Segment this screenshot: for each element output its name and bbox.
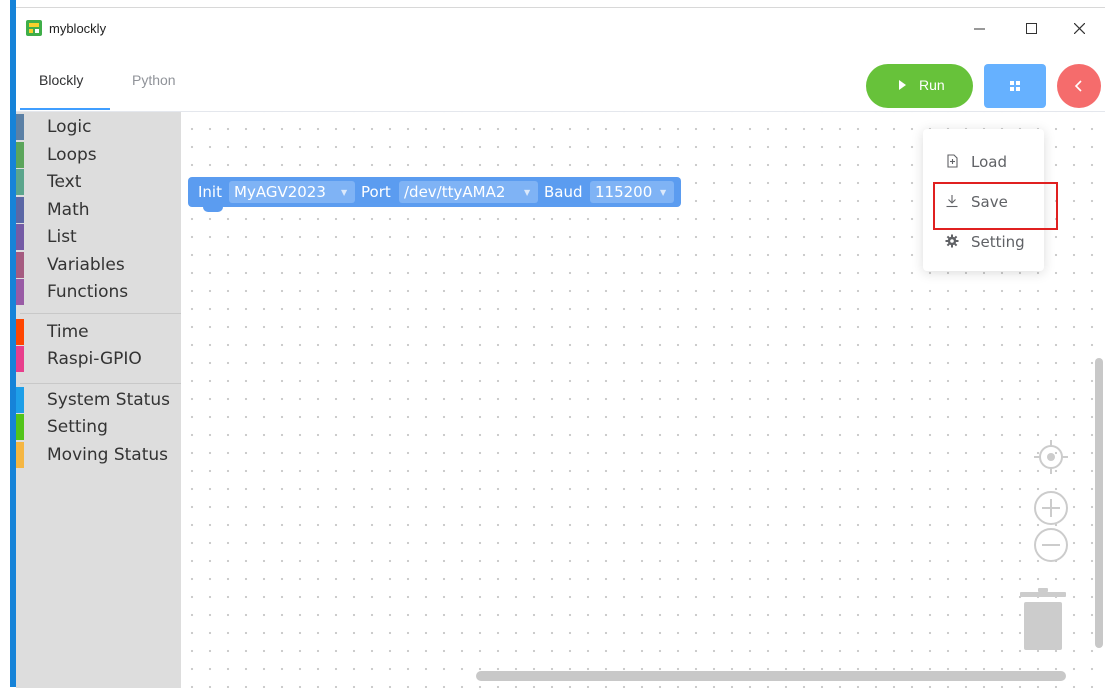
minimize-icon	[974, 28, 985, 30]
vertical-scrollbar[interactable]	[1095, 358, 1103, 648]
window-title: myblockly	[49, 21, 107, 36]
category-color	[16, 387, 24, 413]
minimize-button[interactable]	[956, 12, 1002, 44]
file-import-icon	[947, 154, 958, 168]
maximize-button[interactable]	[1008, 12, 1054, 44]
trash-icon[interactable]	[1018, 586, 1068, 654]
zoom-in-icon[interactable]	[1032, 489, 1070, 527]
menu-item-load[interactable]: Load	[923, 143, 1044, 179]
category-color	[16, 142, 24, 168]
dropdown-arrow-icon: ▼	[341, 188, 348, 197]
category-color	[16, 319, 24, 345]
category-color	[16, 224, 24, 250]
toolbox-label: Moving Status	[47, 445, 168, 465]
category-color	[16, 252, 24, 278]
toolbox-separator	[20, 313, 181, 314]
toolbox-label: Time	[47, 322, 89, 342]
save-highlight-box	[933, 182, 1058, 230]
horizontal-scrollbar[interactable]	[476, 671, 1066, 681]
toolbox-label: Raspi-GPIO	[47, 349, 142, 369]
category-color	[16, 197, 24, 223]
category-color	[16, 442, 24, 468]
toolbox-label: List	[47, 227, 77, 247]
dropdown-arrow-icon: ▼	[660, 188, 667, 197]
toolbox-item-text[interactable]: Text	[16, 169, 181, 195]
toolbox-item-list[interactable]: List	[16, 224, 181, 250]
background-window-edge	[0, 0, 16, 687]
toolbox-label: Math	[47, 200, 90, 220]
toolbox-label: System Status	[47, 390, 170, 410]
gear-icon	[945, 234, 959, 248]
toolbox-label: Functions	[47, 282, 129, 302]
category-color	[16, 114, 24, 140]
toolbox-item-moving-status[interactable]: Moving Status	[16, 442, 181, 468]
block-connector	[203, 207, 223, 212]
menu-button[interactable]	[984, 64, 1046, 108]
toolbox-label: Logic	[47, 117, 92, 137]
port-value: /dev/ttyAMA2	[404, 183, 506, 201]
menu-item-label: Setting	[971, 233, 1025, 251]
play-icon	[899, 80, 906, 90]
name-value: MyAGV2023	[234, 183, 326, 201]
category-color	[16, 414, 24, 440]
category-color	[16, 346, 24, 372]
name-dropdown[interactable]: MyAGV2023 ▼	[229, 181, 355, 203]
close-icon	[1074, 23, 1085, 34]
toolbox-item-setting[interactable]: Setting	[16, 414, 181, 440]
toolbox-label: Text	[47, 172, 82, 192]
zoom-out-icon[interactable]	[1032, 526, 1070, 564]
toolbox-label: Loops	[47, 145, 97, 165]
toolbox-item-raspi-gpio[interactable]: Raspi-GPIO	[16, 346, 181, 372]
menu-item-label: Load	[971, 153, 1007, 171]
baud-dropdown[interactable]: 115200 ▼	[590, 181, 674, 203]
close-button[interactable]	[1056, 12, 1102, 44]
app-icon	[26, 20, 42, 36]
chevron-left-icon	[1074, 80, 1082, 92]
run-button-label: Run	[919, 77, 945, 93]
app-window: myblockly Blockly Python Run Logic Loops…	[16, 7, 1105, 688]
toolbox: Logic Loops Text Math List Variables Fun…	[16, 112, 181, 688]
blockly-workspace: Logic Loops Text Math List Variables Fun…	[16, 112, 1105, 688]
toolbox-item-functions[interactable]: Functions	[16, 279, 181, 305]
category-color	[16, 279, 24, 305]
tab-python[interactable]: Python	[132, 72, 176, 88]
run-button[interactable]: Run	[866, 64, 973, 108]
recenter-icon[interactable]	[1032, 438, 1070, 476]
back-button[interactable]	[1057, 64, 1101, 108]
block-init-label: Init	[198, 183, 222, 201]
tab-bar: Blockly Python Run	[16, 48, 1105, 112]
block-port-label: Port	[361, 183, 391, 201]
toolbox-item-logic[interactable]: Logic	[16, 114, 181, 140]
toolbox-item-variables[interactable]: Variables	[16, 252, 181, 278]
active-tab-indicator	[20, 108, 110, 110]
port-dropdown[interactable]: /dev/ttyAMA2 ▼	[399, 181, 538, 203]
toolbox-label: Variables	[47, 255, 125, 275]
toolbox-label: Setting	[47, 417, 108, 437]
title-bar: myblockly	[16, 8, 1105, 48]
init-block[interactable]: Init MyAGV2023 ▼ Port /dev/ttyAMA2 ▼ Bau…	[188, 177, 681, 212]
category-color	[16, 169, 24, 195]
tab-blockly[interactable]: Blockly	[39, 72, 83, 88]
dropdown-arrow-icon: ▼	[524, 188, 531, 197]
toolbox-item-time[interactable]: Time	[16, 319, 181, 345]
toolbox-item-math[interactable]: Math	[16, 197, 181, 223]
toolbox-item-system-status[interactable]: System Status	[16, 387, 181, 413]
maximize-icon	[1026, 23, 1037, 34]
baud-value: 115200	[595, 183, 653, 201]
block-baud-label: Baud	[544, 183, 583, 201]
toolbox-item-loops[interactable]: Loops	[16, 142, 181, 168]
toolbox-separator	[20, 383, 181, 384]
